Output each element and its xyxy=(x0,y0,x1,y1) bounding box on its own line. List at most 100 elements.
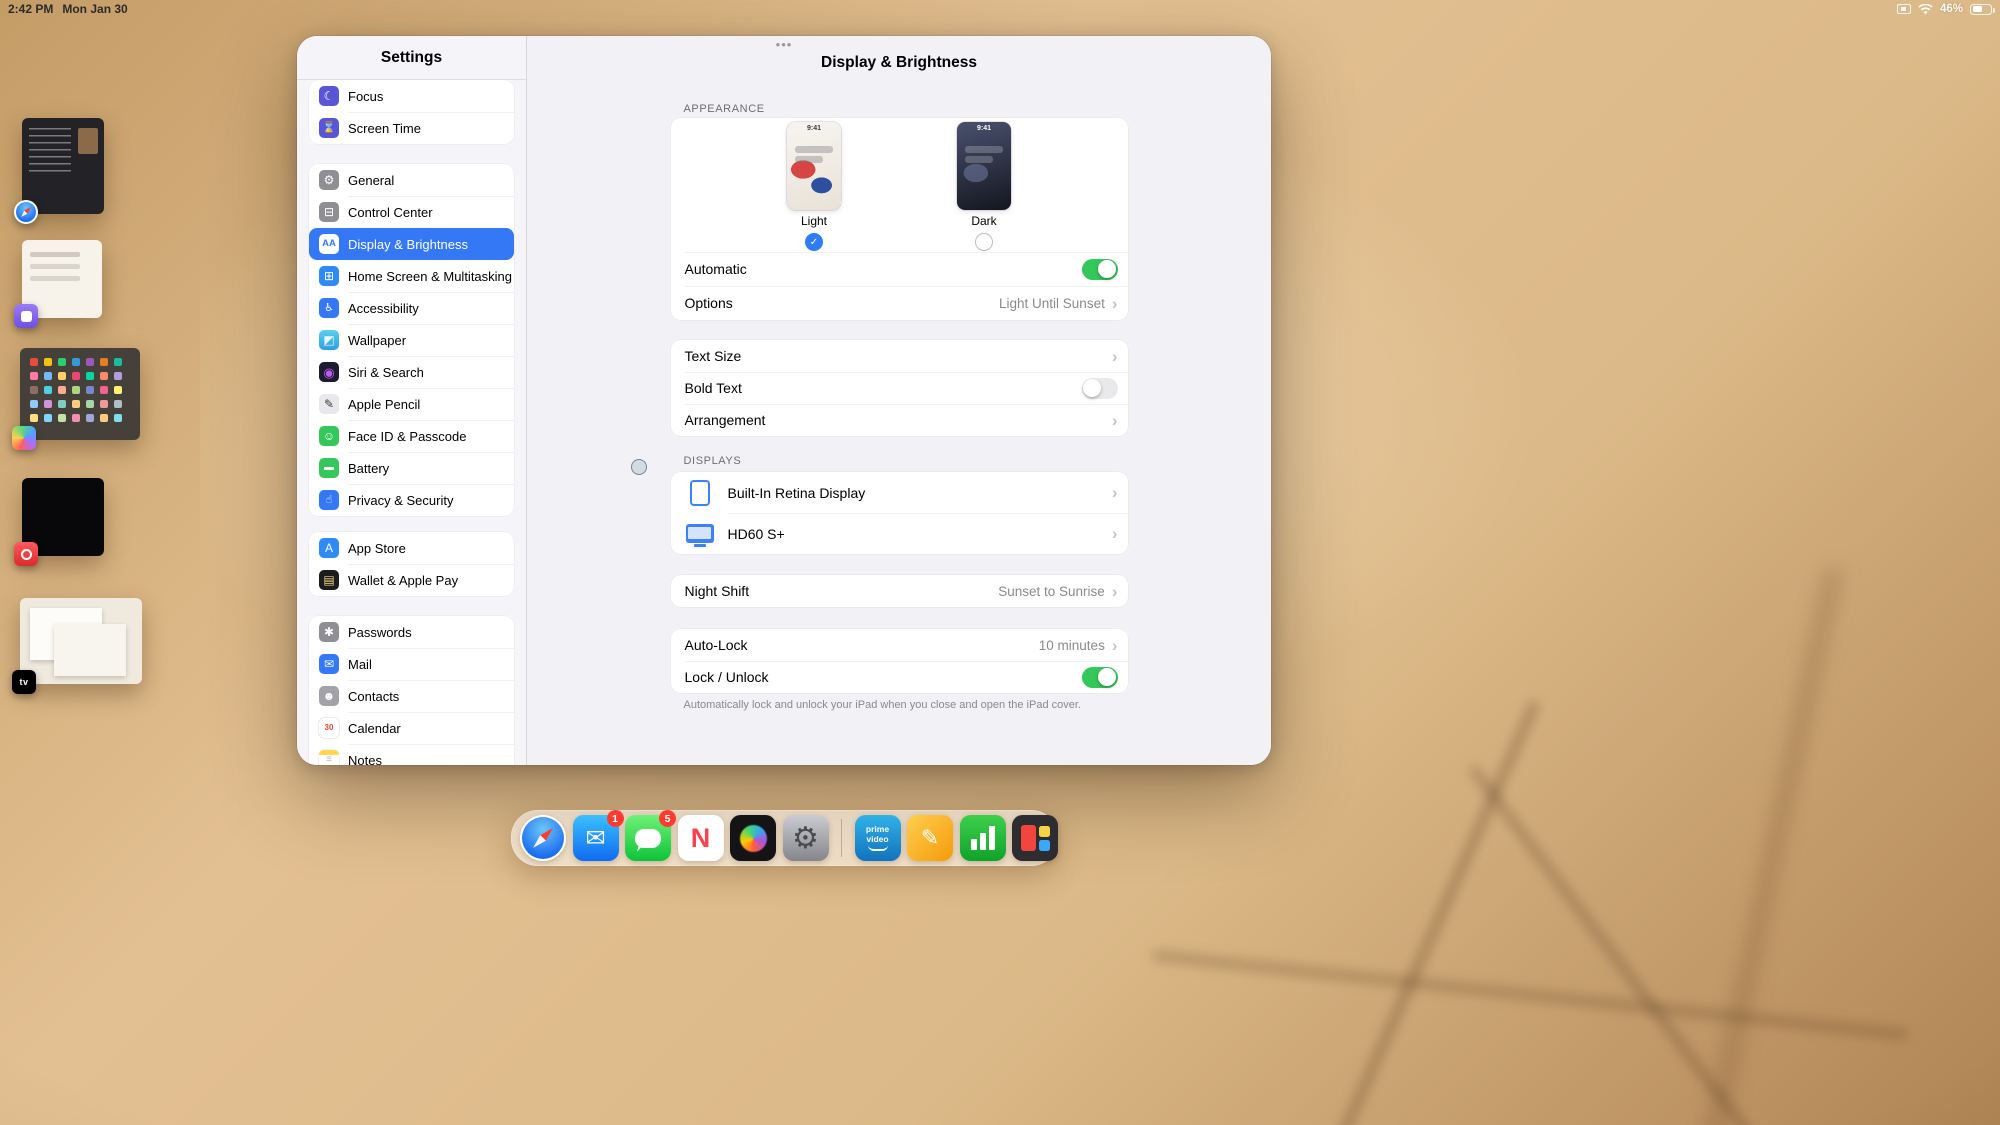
appearance-section-label: APPEARANCE xyxy=(684,103,1128,115)
person-icon: ☻ xyxy=(319,686,339,706)
prime-video-label: prime video xyxy=(861,825,895,844)
battery-icon: ▬ xyxy=(319,458,339,478)
night-shift-value: Sunset to Sunrise xyxy=(998,584,1105,599)
preview-clock: 9:41 xyxy=(787,125,841,132)
chevron-right-icon: › xyxy=(1112,637,1118,654)
sidebar-item-label: Home Screen & Multitasking xyxy=(348,269,512,284)
check-icon: ✓ xyxy=(810,237,818,248)
text-size-label: Text Size xyxy=(685,348,742,364)
lock-unlock-toggle[interactable] xyxy=(1082,667,1118,688)
chevron-right-icon: › xyxy=(1112,484,1118,501)
app-store-icon: A xyxy=(319,538,339,558)
sidebar-item-label: Privacy & Security xyxy=(348,493,453,508)
window-controls-handle[interactable]: ••• xyxy=(776,38,793,51)
sidebar-item-siri-search[interactable]: ◉ Siri & Search xyxy=(309,356,514,388)
settings-window: ••• Settings ☾ Focus ⌛ Screen Time ⚙ Gen… xyxy=(297,36,1271,765)
pencil-icon: ✎ xyxy=(921,825,939,851)
sidebar-item-calendar[interactable]: 30 Calendar xyxy=(309,712,514,744)
prime-video-dock-icon[interactable]: prime video xyxy=(855,815,901,861)
sidebar-item-label: Battery xyxy=(348,461,389,476)
text-size-row[interactable]: Text Size › xyxy=(671,340,1128,372)
auto-lock-label: Auto-Lock xyxy=(685,637,748,653)
drawing-app-dock-icon[interactable]: ✎ xyxy=(907,815,953,861)
appearance-option-dark[interactable]: 9:41 Dark xyxy=(957,122,1011,252)
bold-text-toggle[interactable] xyxy=(1082,378,1118,399)
automatic-row: Automatic xyxy=(671,252,1128,286)
settings-sidebar: Settings ☾ Focus ⌛ Screen Time ⚙ General xyxy=(297,36,527,765)
night-shift-row[interactable]: Night Shift Sunset to Sunrise › xyxy=(671,575,1128,607)
numbers-dock-icon[interactable] xyxy=(960,815,1006,861)
sidebar-item-label: App Store xyxy=(348,541,406,556)
automatic-toggle[interactable] xyxy=(1082,259,1118,280)
preview-clock: 9:41 xyxy=(957,125,1011,132)
sidebar-item-mail[interactable]: ✉ Mail xyxy=(309,648,514,680)
built-in-display-row[interactable]: Built-In Retina Display › xyxy=(671,472,1128,513)
sidebar-item-focus[interactable]: ☾ Focus xyxy=(309,80,514,112)
sidebar-item-passwords[interactable]: ✱ Passwords xyxy=(309,616,514,648)
auto-lock-row[interactable]: Auto-Lock 10 minutes › xyxy=(671,629,1128,661)
recent-app-red[interactable] xyxy=(22,478,104,556)
sidebar-item-general[interactable]: ⚙ General xyxy=(309,164,514,196)
settings-content: APPEARANCE 9:41 Light ✓ xyxy=(527,90,1271,765)
news-dock-icon[interactable]: N xyxy=(678,815,724,861)
sidebar-item-wallet[interactable]: ▤ Wallet & Apple Pay xyxy=(309,564,514,596)
media-app-dock-icon[interactable] xyxy=(1012,815,1058,861)
battery-percent: 46% xyxy=(1940,3,1963,15)
news-n-icon: N xyxy=(691,823,711,854)
sidebar-item-accessibility[interactable]: ♿ Accessibility xyxy=(309,292,514,324)
appearance-card: 9:41 Light ✓ 9:41 xyxy=(671,118,1128,320)
sidebar-item-label: Siri & Search xyxy=(348,365,424,380)
battery-icon xyxy=(1970,4,1992,15)
smile-arc-icon xyxy=(868,845,888,851)
sidebar-item-display-brightness[interactable]: AA Display & Brightness xyxy=(309,228,514,260)
recent-app-purple[interactable] xyxy=(22,240,102,318)
sidebar-item-screen-time[interactable]: ⌛ Screen Time xyxy=(309,112,514,144)
sidebar-item-home-screen[interactable]: ⊞ Home Screen & Multitasking xyxy=(309,260,514,292)
lock-unlock-label: Lock / Unlock xyxy=(685,669,769,685)
arrangement-row[interactable]: Arrangement › xyxy=(671,404,1128,436)
dark-label: Dark xyxy=(971,214,996,228)
sidebar-item-label: Focus xyxy=(348,89,383,104)
settings-dock-icon[interactable]: ⚙ xyxy=(783,815,829,861)
sidebar-item-label: Face ID & Passcode xyxy=(348,429,467,444)
sidebar-item-face-id[interactable]: ☺ Face ID & Passcode xyxy=(309,420,514,452)
gear-icon: ⚙ xyxy=(319,170,339,190)
photo-editor-dock-icon[interactable] xyxy=(730,815,776,861)
sidebar-item-privacy-security[interactable]: ☝ Privacy & Security xyxy=(309,484,514,516)
sidebar-item-notes[interactable]: ≡ Notes xyxy=(309,744,514,765)
hourglass-icon: ⌛ xyxy=(319,118,339,138)
chevron-right-icon: › xyxy=(1112,412,1118,429)
toggles-icon: ⊟ xyxy=(319,202,339,222)
chevron-right-icon: › xyxy=(1112,295,1118,312)
sidebar-item-contacts[interactable]: ☻ Contacts xyxy=(309,680,514,712)
sidebar-item-battery[interactable]: ▬ Battery xyxy=(309,452,514,484)
external-display-row[interactable]: HD60 S+ › xyxy=(671,513,1128,554)
sidebar-item-label: Calendar xyxy=(348,721,401,736)
sidebar-item-wallpaper[interactable]: ◩ Wallpaper xyxy=(309,324,514,356)
auto-lock-value: 10 minutes xyxy=(1039,638,1105,653)
sidebar-item-apple-pencil[interactable]: ✎ Apple Pencil xyxy=(309,388,514,420)
mail-badge: 1 xyxy=(607,810,624,827)
tiles-icon xyxy=(1021,825,1050,851)
dark-unselected-radio[interactable] xyxy=(975,233,993,251)
notes-icon: ≡ xyxy=(319,750,339,765)
status-date: Mon Jan 30 xyxy=(62,2,127,16)
options-row[interactable]: Options Light Until Sunset › xyxy=(671,286,1128,320)
paint-app-icon xyxy=(12,426,36,450)
dark-mode-preview: 9:41 xyxy=(957,122,1011,210)
hand-icon: ☝ xyxy=(319,490,339,510)
messages-dock-icon[interactable]: 5 xyxy=(625,815,671,861)
mail-dock-icon[interactable]: ✉ 1 xyxy=(573,815,619,861)
sidebar-item-app-store[interactable]: A App Store xyxy=(309,532,514,564)
safari-dock-icon[interactable] xyxy=(520,815,566,861)
light-selected-radio[interactable]: ✓ xyxy=(805,233,823,251)
recent-app-paint[interactable] xyxy=(20,348,140,440)
bar-chart-icon xyxy=(971,826,995,850)
recent-app-safari[interactable] xyxy=(22,118,104,214)
sidebar-item-label: Control Center xyxy=(348,205,433,220)
appearance-option-light[interactable]: 9:41 Light ✓ xyxy=(787,122,841,252)
sidebar-item-control-center[interactable]: ⊟ Control Center xyxy=(309,196,514,228)
light-mode-preview: 9:41 xyxy=(787,122,841,210)
recent-app-tv[interactable]: tv xyxy=(20,598,142,684)
color-wheel-icon xyxy=(740,825,767,852)
